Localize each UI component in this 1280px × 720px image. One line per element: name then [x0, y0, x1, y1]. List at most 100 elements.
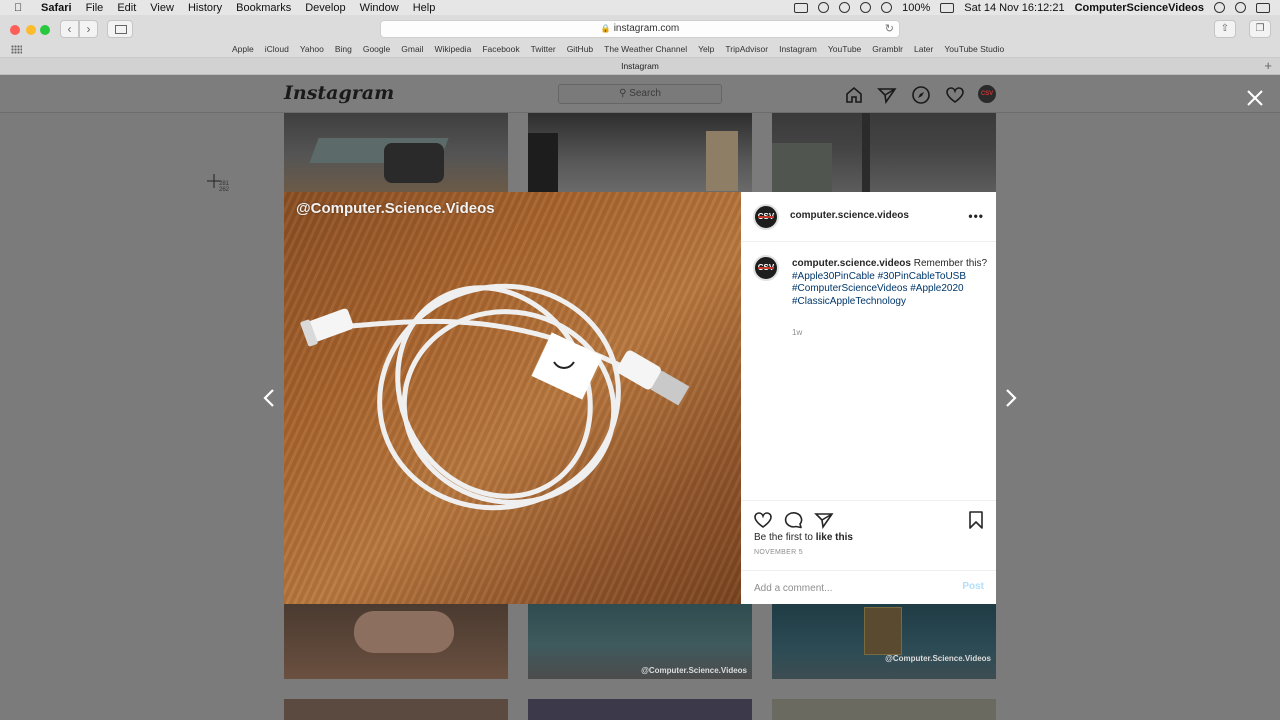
favorite-icloud[interactable]: iCloud	[265, 44, 289, 54]
grid-thumbnail[interactable]	[284, 603, 508, 679]
comment-bubble-icon[interactable]	[784, 510, 804, 530]
photo-watermark: @Computer.Science.Videos	[296, 200, 495, 217]
favorite-wikipedia[interactable]: Wikipedia	[434, 44, 471, 54]
siri-icon[interactable]	[1235, 2, 1246, 13]
window-close-button[interactable]	[10, 25, 20, 35]
clock[interactable]: Sat 14 Nov 16:12:21	[964, 2, 1064, 14]
screen-record-icon[interactable]	[794, 2, 809, 13]
status-area: 100% Sat 14 Nov 16:12:21 ComputerScience…	[794, 0, 1270, 15]
thumbnail-watermark: @Computer.Science.Videos	[885, 654, 991, 663]
profile-avatar-icon[interactable]: CSV	[978, 85, 996, 103]
activity-heart-icon[interactable]	[945, 85, 965, 105]
favorite-gmail[interactable]: Gmail	[401, 44, 423, 54]
new-tab-icon[interactable]: +	[1264, 58, 1272, 74]
favorite-weather-channel[interactable]: The Weather Channel	[604, 44, 687, 54]
like-heart-icon[interactable]	[753, 510, 773, 530]
favorite-later[interactable]: Later	[914, 44, 933, 54]
sidebar-toggle-icon[interactable]	[107, 20, 133, 38]
notification-icon[interactable]	[818, 2, 830, 13]
menu-develop[interactable]: Develop	[305, 2, 345, 14]
show-tabs-icon[interactable]: ❐	[1249, 20, 1271, 38]
grid-thumbnail[interactable]: @Computer.Science.Videos	[772, 603, 996, 679]
close-modal-icon[interactable]	[1245, 88, 1265, 108]
next-post-arrow-icon[interactable]	[1003, 388, 1019, 408]
grid-thumbnail[interactable]	[528, 113, 752, 192]
caption-username[interactable]: computer.science.videos	[792, 258, 911, 269]
grid-thumbnail[interactable]	[284, 113, 508, 192]
menu-help[interactable]: Help	[413, 2, 436, 14]
search-icon: ⚲	[619, 88, 627, 99]
hashtag-link[interactable]: #ClassicAppleTechnology	[792, 296, 906, 307]
menu-edit[interactable]: Edit	[117, 2, 136, 14]
window-minimize-button[interactable]	[26, 25, 36, 35]
window-zoom-button[interactable]	[40, 25, 50, 35]
home-icon[interactable]	[844, 85, 864, 105]
caption-time-ago[interactable]: 1w	[792, 328, 802, 337]
hashtag-link[interactable]: #Apple30PinCable	[792, 271, 875, 282]
hashtag-link[interactable]: #30PinCableToUSB	[878, 271, 966, 282]
post-photo[interactable]: @Computer.Science.Videos	[284, 192, 741, 604]
battery-icon[interactable]	[940, 2, 955, 13]
menu-view[interactable]: View	[150, 2, 174, 14]
grid-thumbnail[interactable]	[772, 113, 996, 192]
favorite-youtube[interactable]: YouTube	[828, 44, 861, 54]
save-bookmark-icon[interactable]	[966, 510, 986, 530]
caption-text: Remember this?	[913, 258, 988, 269]
menu-window[interactable]: Window	[360, 2, 399, 14]
bluetooth-icon[interactable]	[860, 2, 872, 13]
share-paper-plane-icon[interactable]	[814, 510, 834, 530]
menu-file[interactable]: File	[86, 2, 104, 14]
spotlight-search-icon[interactable]	[1214, 2, 1225, 13]
explore-icon[interactable]	[911, 85, 931, 105]
favorites-bar: Apple iCloud Yahoo Bing Google Gmail Wik…	[0, 42, 1280, 58]
menu-bookmarks[interactable]: Bookmarks	[236, 2, 291, 14]
instagram-logo[interactable]: Instagram	[284, 82, 394, 104]
thumbnail-watermark: @Computer.Science.Videos	[641, 666, 747, 675]
favorite-youtube-studio[interactable]: YouTube Studio	[944, 44, 1004, 54]
hashtag-link[interactable]: #Apple2020	[910, 283, 963, 294]
previous-post-arrow-icon[interactable]	[261, 388, 277, 408]
favorites-grid-icon[interactable]	[11, 45, 22, 54]
address-bar[interactable]: 🔒 instagram.com ↻	[380, 20, 900, 38]
favorite-github[interactable]: GitHub	[567, 44, 593, 54]
direct-messages-icon[interactable]	[877, 85, 897, 105]
caption-avatar[interactable]: CSV	[753, 255, 779, 281]
post-date[interactable]: NOVEMBER 5	[754, 549, 803, 556]
favorite-yelp[interactable]: Yelp	[698, 44, 714, 54]
wifi-icon[interactable]	[881, 2, 893, 13]
favorite-google[interactable]: Google	[363, 44, 390, 54]
author-username[interactable]: computer.science.videos	[790, 210, 909, 221]
more-options-icon[interactable]: •••	[968, 209, 984, 223]
favorite-apple[interactable]: Apple	[232, 44, 254, 54]
grid-thumbnail[interactable]	[772, 699, 996, 720]
menu-bar:  Safari File Edit View History Bookmark…	[0, 0, 1280, 15]
tab-instagram[interactable]: Instagram	[621, 61, 659, 71]
hashtag-link[interactable]: #ComputerScienceVideos	[792, 283, 907, 294]
post-comment-button[interactable]: Post	[962, 581, 984, 592]
reload-icon[interactable]: ↻	[885, 21, 894, 37]
favorite-gramblr[interactable]: Gramblr	[872, 44, 903, 54]
time-machine-icon[interactable]	[839, 2, 851, 13]
cursor-coordinates: 281 262	[219, 181, 230, 193]
comment-input[interactable]	[754, 581, 944, 595]
favorite-instagram[interactable]: Instagram	[779, 44, 817, 54]
forward-button[interactable]: ›	[79, 20, 98, 38]
grid-thumbnail[interactable]	[528, 699, 752, 720]
menu-app-safari[interactable]: Safari	[41, 2, 72, 14]
like-this-link[interactable]: like this	[816, 532, 853, 543]
author-avatar[interactable]: CSV	[753, 204, 779, 230]
favorite-bing[interactable]: Bing	[335, 44, 352, 54]
favorite-facebook[interactable]: Facebook	[482, 44, 519, 54]
apple-menu-icon[interactable]: 	[14, 2, 34, 14]
notification-center-icon[interactable]	[1256, 2, 1270, 13]
favorite-twitter[interactable]: Twitter	[531, 44, 556, 54]
menu-history[interactable]: History	[188, 2, 222, 14]
share-icon[interactable]: ⇧	[1214, 20, 1236, 38]
grid-thumbnail[interactable]	[284, 699, 508, 720]
grid-thumbnail[interactable]: @Computer.Science.Videos	[528, 603, 752, 679]
back-button[interactable]: ‹	[60, 20, 79, 38]
user-name[interactable]: ComputerScienceVideos	[1075, 2, 1204, 14]
favorite-tripadvisor[interactable]: TripAdvisor	[725, 44, 768, 54]
search-input[interactable]: ⚲ Search	[558, 84, 722, 104]
favorite-yahoo[interactable]: Yahoo	[300, 44, 324, 54]
